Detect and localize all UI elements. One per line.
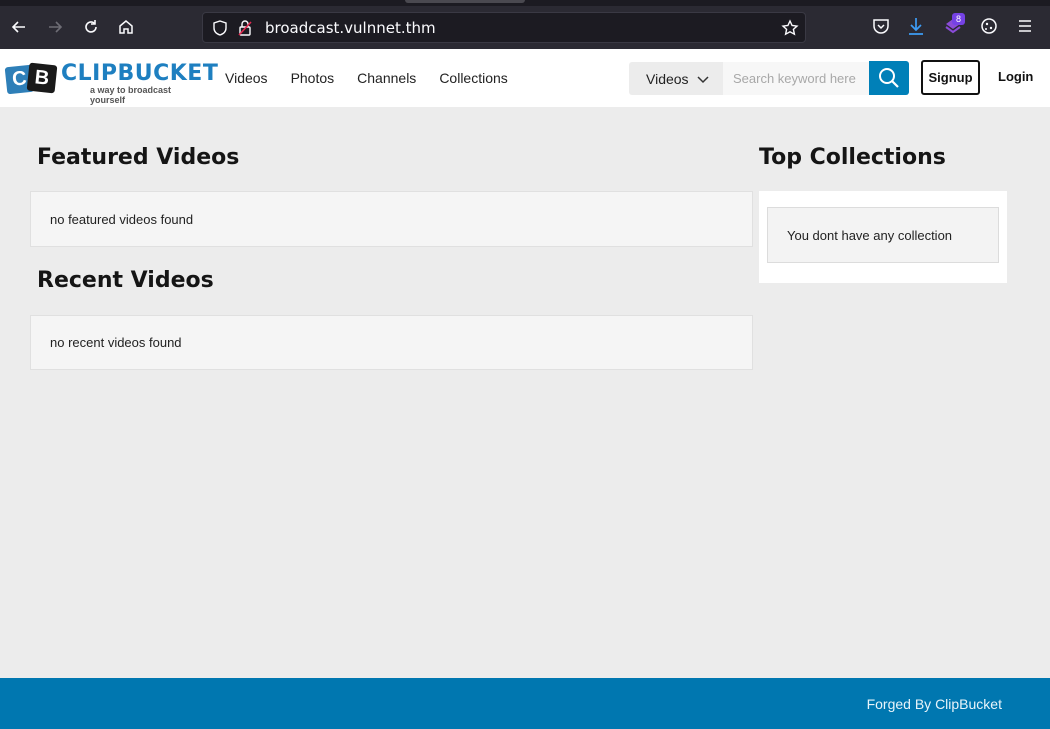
tab-strip	[0, 0, 1050, 6]
top-collections-empty: You dont have any collection	[767, 207, 999, 263]
top-collections-title: Top Collections	[759, 145, 946, 170]
shield-icon[interactable]	[211, 19, 229, 37]
search-type-dropdown[interactable]: Videos	[629, 62, 723, 95]
nav-videos[interactable]: Videos	[225, 70, 268, 86]
pocket-icon[interactable]	[871, 16, 891, 36]
reload-icon[interactable]	[78, 14, 104, 40]
clipbucket-logo[interactable]: C B CLIPBUCKET a way to broadcast yourse…	[4, 60, 218, 105]
logo-letter-b: B	[26, 62, 58, 94]
nav-collections[interactable]: Collections	[439, 70, 507, 86]
search-type-label: Videos	[646, 70, 689, 87]
search-button[interactable]	[869, 61, 909, 95]
site-header: C B CLIPBUCKET a way to broadcast yourse…	[0, 49, 1050, 107]
browser-toolbar: broadcast.vulnnet.thm 8	[0, 0, 1050, 49]
logo-tagline: a way to broadcast yourself	[90, 85, 172, 105]
cookie-icon[interactable]	[979, 16, 999, 36]
featured-videos-title: Featured Videos	[37, 145, 240, 170]
forward-icon[interactable]	[42, 14, 68, 40]
recent-videos-empty: no recent videos found	[30, 315, 753, 370]
nav-channels[interactable]: Channels	[357, 70, 416, 86]
footer-credit: Forged By ClipBucket	[866, 696, 1002, 712]
insecure-lock-icon[interactable]	[236, 19, 254, 37]
home-icon[interactable]	[113, 14, 139, 40]
extension-badge: 8	[952, 13, 965, 25]
logo-brand-text: CLIPBUCKET	[61, 61, 219, 86]
login-link[interactable]: Login	[998, 69, 1033, 84]
site-footer: Forged By ClipBucket	[0, 678, 1050, 729]
url-text: broadcast.vulnnet.thm	[265, 19, 436, 37]
active-tab-indicator[interactable]	[405, 0, 525, 3]
featured-videos-empty-text: no featured videos found	[50, 211, 194, 227]
main-nav: Videos Photos Channels Collections	[225, 49, 508, 107]
download-icon[interactable]	[906, 16, 926, 36]
search-icon	[879, 68, 899, 88]
recent-videos-empty-text: no recent videos found	[50, 335, 182, 350]
url-bar[interactable]: broadcast.vulnnet.thm	[202, 12, 806, 43]
top-collections-panel: You dont have any collection	[759, 191, 1007, 283]
hamburger-menu-icon[interactable]	[1015, 16, 1035, 36]
nav-photos[interactable]: Photos	[291, 70, 335, 86]
featured-videos-empty: no featured videos found	[30, 191, 753, 247]
signup-button[interactable]: Signup	[921, 60, 980, 95]
chevron-down-icon	[697, 75, 709, 83]
recent-videos-title: Recent Videos	[37, 268, 214, 293]
top-collections-empty-text: You dont have any collection	[787, 227, 953, 243]
back-icon[interactable]	[6, 14, 32, 40]
search-input[interactable]	[723, 62, 869, 95]
bookmark-star-icon[interactable]	[781, 19, 799, 37]
